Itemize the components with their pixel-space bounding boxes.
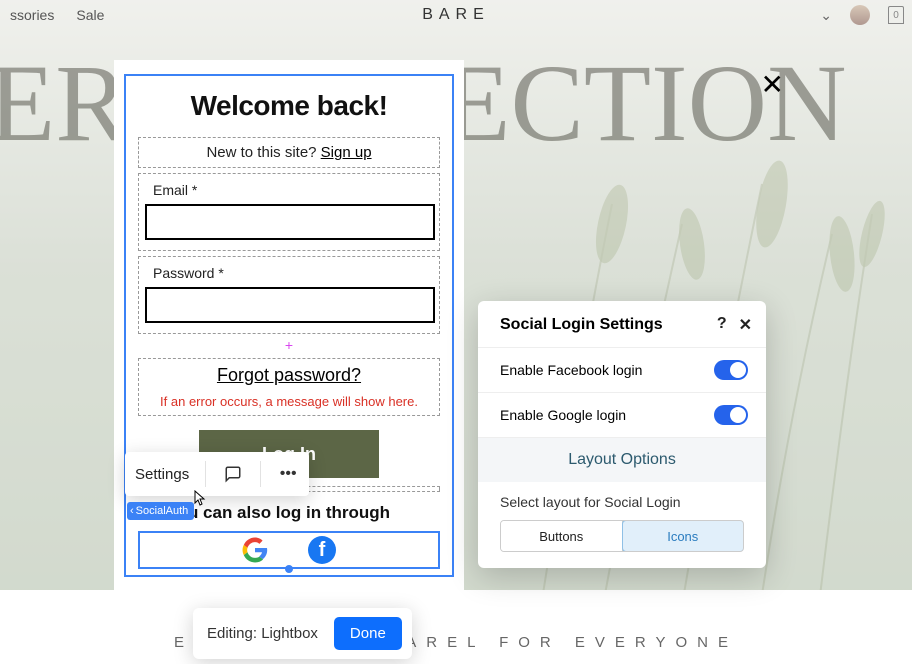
brand-logo[interactable]: BARE: [422, 6, 490, 24]
forgot-password-link[interactable]: Forgot password?: [145, 365, 433, 386]
bag-count: 0: [893, 10, 899, 21]
tagline: EVERYDAY APPAREL FOR EVERYONE: [0, 634, 912, 651]
cursor-pointer-icon: [192, 490, 208, 512]
more-icon[interactable]: •••: [277, 463, 299, 485]
divider: [205, 461, 206, 487]
panel-title: Social Login Settings: [500, 316, 663, 334]
google-toggle[interactable]: [714, 405, 748, 425]
layout-option-buttons[interactable]: Buttons: [501, 521, 623, 551]
element-type-tag[interactable]: ‹SocialAuth: [127, 502, 194, 520]
top-nav: ssories Sale BARE ⌄ 0: [0, 0, 912, 30]
social-login-settings-panel: Social Login Settings ? ✕ Enable Faceboo…: [478, 301, 766, 568]
close-icon[interactable]: ✕: [761, 68, 784, 101]
background-white-strip: [0, 590, 912, 664]
help-icon[interactable]: ?: [717, 315, 727, 335]
modal-title: Welcome back!: [136, 86, 442, 132]
chevron-left-icon: ‹: [130, 505, 134, 517]
layout-option-icons[interactable]: Icons: [622, 520, 745, 552]
panel-close-icon[interactable]: ✕: [739, 315, 752, 335]
editing-status-bar: Editing: Lightbox Done: [193, 608, 412, 659]
facebook-toggle-label: Enable Facebook login: [500, 362, 642, 378]
social-auth-element[interactable]: f: [138, 531, 440, 569]
divider: [260, 461, 261, 487]
comment-icon[interactable]: [222, 463, 244, 485]
settings-button[interactable]: Settings: [135, 466, 189, 483]
email-input[interactable]: [145, 204, 435, 240]
avatar[interactable]: [850, 5, 870, 25]
layout-segmented-control: Buttons Icons: [500, 520, 744, 552]
signup-prompt-row[interactable]: New to this site? Sign up: [138, 137, 440, 168]
nav-link-accessories[interactable]: ssories: [10, 7, 54, 23]
chevron-down-icon[interactable]: ⌄: [820, 7, 832, 24]
error-message-placeholder: If an error occurs, a message will show …: [145, 394, 433, 409]
element-context-menu: Settings •••: [125, 452, 309, 496]
layout-options-header: Layout Options: [478, 437, 766, 482]
nav-link-sale[interactable]: Sale: [76, 7, 104, 23]
google-toggle-label: Enable Google login: [500, 407, 626, 423]
email-label: Email *: [153, 182, 433, 198]
signup-prompt-text: New to this site?: [206, 144, 320, 161]
password-label: Password *: [153, 265, 433, 281]
add-element-icon[interactable]: +: [136, 337, 442, 353]
signup-link[interactable]: Sign up: [321, 144, 372, 161]
password-input[interactable]: [145, 287, 435, 323]
facebook-toggle[interactable]: [714, 360, 748, 380]
password-field-group[interactable]: Password *: [138, 256, 440, 334]
facebook-icon[interactable]: f: [308, 536, 336, 564]
shopping-bag-icon[interactable]: 0: [888, 6, 904, 24]
element-type-label: SocialAuth: [136, 505, 189, 517]
editing-label: Editing: Lightbox: [207, 625, 318, 642]
google-icon[interactable]: [242, 537, 268, 563]
forgot-row[interactable]: Forgot password? If an error occurs, a m…: [138, 358, 440, 416]
layout-subheader: Select layout for Social Login: [478, 482, 766, 516]
done-button[interactable]: Done: [334, 617, 402, 650]
email-field-group[interactable]: Email *: [138, 173, 440, 251]
